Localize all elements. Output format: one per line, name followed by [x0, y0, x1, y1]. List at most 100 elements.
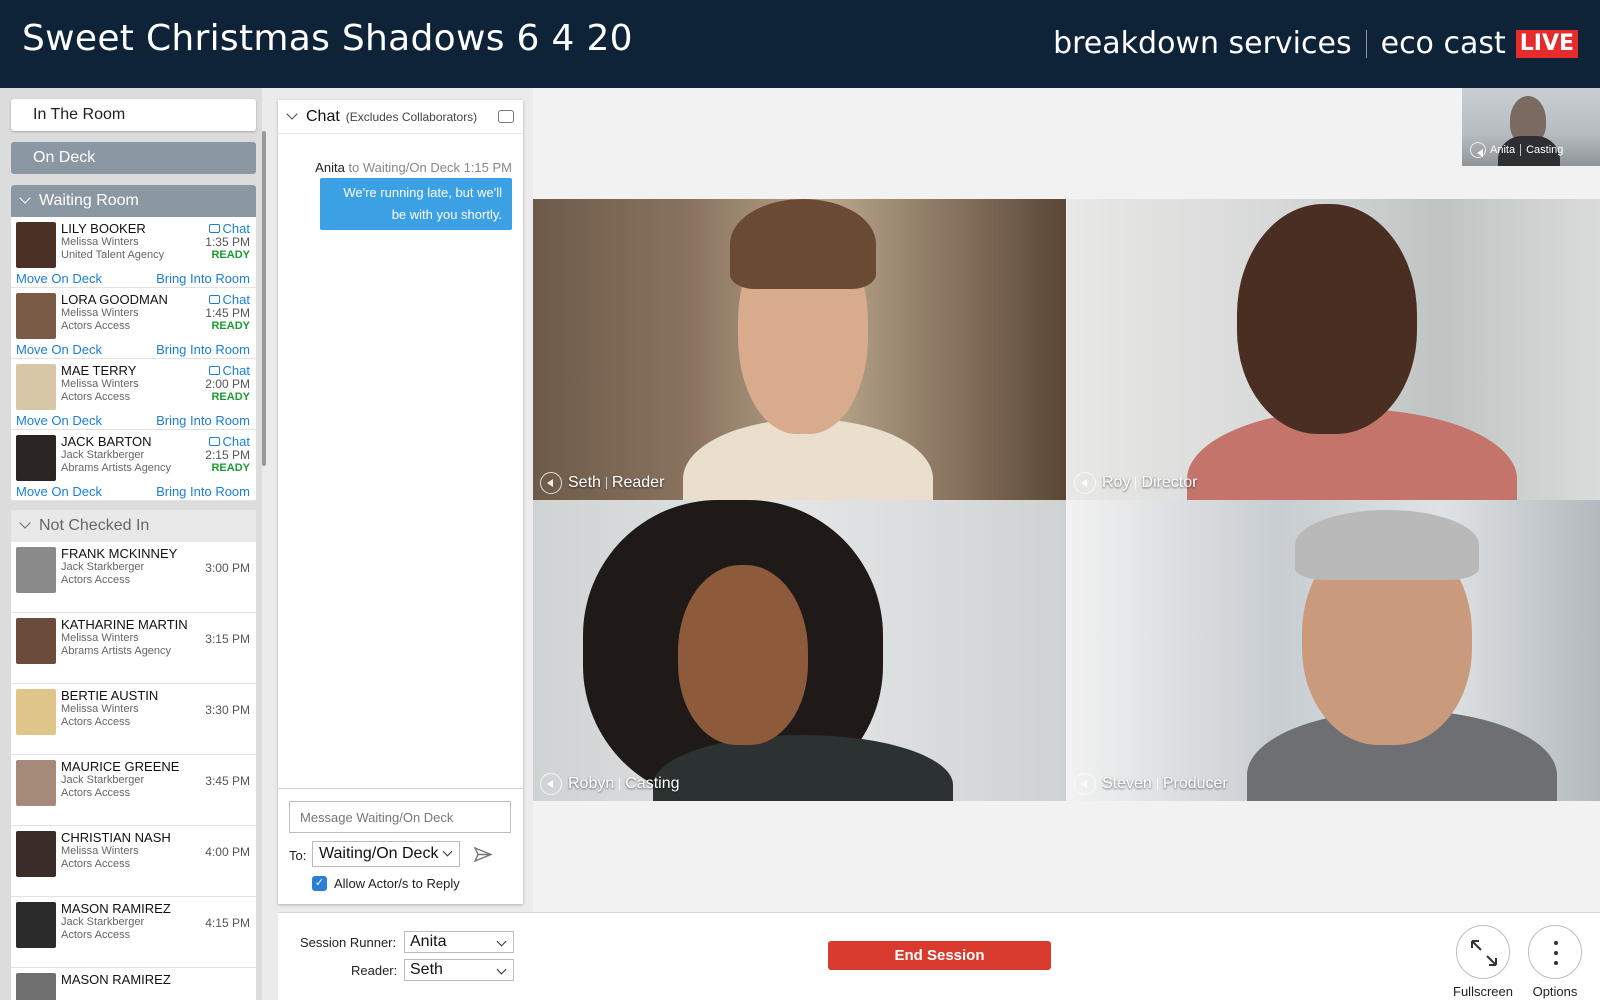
session-runner-label: Session Runner:: [300, 935, 397, 950]
actor-agency: Actors Access: [61, 391, 131, 403]
chat-link[interactable]: Chat: [208, 292, 250, 307]
video-tile-steven[interactable]: Steven Producer: [1067, 500, 1600, 801]
actor-time: 2:00 PM: [205, 377, 250, 391]
move-on-deck-link[interactable]: Move On Deck: [16, 342, 102, 357]
actor-name: LORA GOODMAN: [61, 292, 168, 307]
actor-avatar: [16, 831, 56, 877]
bring-into-room-link[interactable]: Bring Into Room: [156, 342, 250, 357]
actor-name: MASON RAMIREZ: [61, 901, 171, 916]
actor-avatar: [16, 293, 56, 339]
bring-into-room-link[interactable]: Bring Into Room: [156, 271, 250, 286]
actor-row[interactable]: JACK BARTON Jack Starkberger Abrams Artist…: [11, 430, 256, 501]
speaker-icon[interactable]: [1470, 142, 1486, 158]
to-label: To:: [289, 848, 307, 863]
chat-header[interactable]: Chat (Excludes Collaborators): [278, 100, 523, 134]
options-button[interactable]: [1528, 925, 1582, 979]
actor-row[interactable]: MASON RAMIREZ Jack Starkberger Actors Acce…: [11, 897, 256, 968]
move-on-deck-link[interactable]: Move On Deck: [16, 413, 102, 428]
session-runner-select[interactable]: Anita: [404, 931, 514, 953]
participant-name: Roy: [1102, 474, 1131, 491]
actor-row[interactable]: KATHARINE MARTIN Melissa Winters Abrams Ar…: [11, 613, 256, 684]
actor-agency: United Talent Agency: [61, 249, 165, 261]
recipient-select[interactable]: Waiting/On Deck: [312, 841, 460, 867]
actor-row[interactable]: BERTIE AUSTIN Melissa Winters Actors Acces…: [11, 684, 256, 755]
self-view-label: Anita Casting: [1470, 142, 1563, 158]
end-session-button[interactable]: End Session: [828, 941, 1051, 970]
send-icon[interactable]: [474, 847, 492, 862]
message-input[interactable]: Message Waiting/On Deck: [289, 801, 511, 833]
reader-value: Seth: [410, 961, 443, 978]
options-dot: [1554, 961, 1558, 965]
chat-bubble-icon[interactable]: [498, 110, 514, 123]
video-person-hair: [730, 199, 876, 289]
allow-reply-checkbox[interactable]: ✓: [312, 876, 327, 891]
actor-row[interactable]: MAURICE GREENE Jack Starkberger Actors Acc…: [11, 755, 256, 826]
actor-time: 4:15 PM: [205, 916, 250, 930]
actor-avatar: [16, 364, 56, 410]
move-on-deck-link[interactable]: Move On Deck: [16, 271, 102, 286]
actor-row[interactable]: MASON RAMIREZ: [11, 968, 256, 1000]
waiting-room-list: LILY BOOKER Melissa Winters United Talent …: [11, 217, 256, 501]
actor-agency: Actors Access: [61, 787, 131, 799]
label-divider: [1520, 144, 1522, 156]
chat-title: Chat: [306, 107, 340, 125]
participant-role: Director: [1141, 474, 1198, 491]
actor-avatar: [16, 618, 56, 664]
sidebar-scrollbar[interactable]: [262, 131, 266, 466]
in-the-room-button[interactable]: In The Room: [11, 99, 256, 131]
speaker-icon[interactable]: [1074, 472, 1096, 494]
chat-bubble-icon: [208, 437, 220, 446]
speaker-icon[interactable]: [540, 773, 562, 795]
chat-bubble-icon: [208, 224, 220, 233]
actor-row[interactable]: LORA GOODMAN Melissa Winters Actors Access…: [11, 288, 256, 359]
bring-into-room-link[interactable]: Bring Into Room: [156, 413, 250, 428]
actor-agency: Abrams Artists Agency: [61, 645, 172, 657]
session-title: Sweet Christmas Shadows 6 4 20: [22, 18, 633, 59]
actor-rep: Melissa Winters: [61, 307, 139, 319]
actor-name: JACK BARTON: [61, 434, 152, 449]
chat-link[interactable]: Chat: [208, 434, 250, 449]
ready-status: READY: [211, 462, 250, 474]
label-divider: [1156, 778, 1158, 790]
actor-time: 3:15 PM: [205, 632, 250, 646]
speaker-icon[interactable]: [1074, 773, 1096, 795]
not-checked-in-section: Not Checked In FRANK MCKINNEY Jack Starkb…: [11, 510, 256, 1000]
actor-rep: Jack Starkberger: [61, 561, 145, 573]
session-controls-bar: Session Runner: Anita Reader: Seth End S…: [278, 912, 1600, 1000]
actor-row[interactable]: LILY BOOKER Melissa Winters United Talent …: [11, 217, 256, 288]
move-on-deck-link[interactable]: Move On Deck: [16, 484, 102, 499]
bring-into-room-link[interactable]: Bring Into Room: [156, 484, 250, 499]
live-badge: LIVE: [1515, 29, 1578, 58]
chat-bubble-icon: [208, 366, 220, 375]
actor-time: 2:15 PM: [205, 448, 250, 462]
actor-rep: Melissa Winters: [61, 703, 139, 715]
chat-link[interactable]: Chat: [208, 221, 250, 236]
fullscreen-button[interactable]: [1456, 925, 1510, 979]
actor-row[interactable]: CHRISTIAN NASH Melissa Winters Actors Acce…: [11, 826, 256, 897]
video-tile-seth[interactable]: Seth Reader: [533, 199, 1066, 500]
message-time: 1:15 PM: [463, 160, 512, 175]
chevron-down-icon: [19, 192, 31, 204]
label-divider: [605, 477, 607, 489]
actor-row[interactable]: FRANK MCKINNEY Jack Starkberger Actors Acc…: [11, 542, 256, 613]
chat-link[interactable]: Chat: [208, 363, 250, 378]
actor-rep: Jack Starkberger: [61, 449, 145, 461]
session-runner-value: Anita: [410, 933, 447, 950]
video-tile-label: Seth Reader: [540, 472, 664, 494]
actor-time: 4:00 PM: [205, 845, 250, 859]
video-tile-roy[interactable]: Roy Director: [1067, 199, 1600, 500]
video-tile-robyn[interactable]: Robyn Casting: [533, 500, 1066, 801]
actor-avatar: [16, 547, 56, 593]
speaker-icon[interactable]: [540, 472, 562, 494]
waiting-room-title: Waiting Room: [39, 192, 139, 209]
not-checked-in-header[interactable]: Not Checked In: [11, 510, 256, 542]
chat-link-label: Chat: [222, 434, 250, 449]
waiting-room-header[interactable]: Waiting Room: [11, 185, 256, 217]
on-deck-button[interactable]: On Deck: [11, 142, 256, 174]
self-view-thumbnail[interactable]: Anita Casting: [1462, 88, 1600, 166]
actor-row[interactable]: MAE TERRY Melissa Winters Actors Access Cha…: [11, 359, 256, 430]
actor-rep: Jack Starkberger: [61, 774, 145, 786]
reader-select[interactable]: Seth: [404, 959, 514, 981]
actor-avatar: [16, 973, 56, 1000]
actor-agency: Abrams Artists Agency: [61, 462, 172, 474]
